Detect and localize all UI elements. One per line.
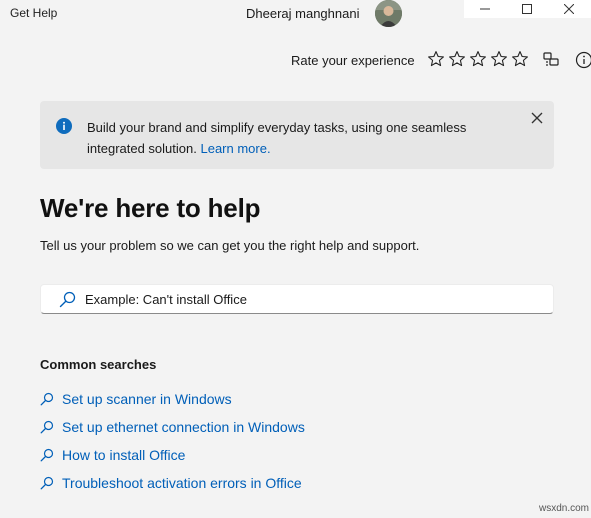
common-search-link[interactable]: Troubleshoot activation errors in Office [40,469,305,497]
star-icon[interactable] [448,50,466,68]
common-search-link[interactable]: Set up scanner in Windows [40,385,305,413]
banner-message: Build your brand and simplify everyday t… [87,117,507,159]
page-title: We're here to help [40,193,261,223]
title-bar: Get Help Dheeraj manghnani [0,0,591,30]
star-icon[interactable] [427,50,445,68]
learn-more-link[interactable]: Learn more. [200,141,270,156]
search-input[interactable] [85,289,535,309]
banner-text: Build your brand and simplify everyday t… [87,120,467,156]
app-title: Get Help [10,6,58,20]
search-box[interactable] [40,284,554,314]
common-search-link[interactable]: How to install Office [40,441,305,469]
rate-experience-label: Rate your experience [291,53,415,68]
close-icon[interactable] [530,111,544,125]
info-banner: Build your brand and simplify everyday t… [40,101,554,169]
search-icon [59,291,76,308]
star-icon[interactable] [469,50,487,68]
search-icon [40,476,54,490]
common-search-label[interactable]: Set up ethernet connection in Windows [62,419,305,435]
search-icon [40,392,54,406]
maximize-button[interactable] [506,0,548,18]
feedback-icon[interactable] [541,50,561,70]
info-icon[interactable] [574,50,591,70]
user-name[interactable]: Dheeraj manghnani [246,6,359,21]
minimize-icon [480,8,490,10]
close-icon [564,4,574,14]
search-icon [40,420,54,434]
search-icon [40,448,54,462]
avatar[interactable] [375,0,402,27]
star-icon[interactable] [490,50,508,68]
star-icon[interactable] [511,50,529,68]
common-searches-heading: Common searches [40,357,157,372]
watermark: wsxdn.com [539,503,590,514]
common-search-label[interactable]: How to install Office [62,447,185,463]
minimize-button[interactable] [464,0,506,18]
common-searches-list: Set up scanner in Windows Set up etherne… [40,385,305,497]
page-subtitle: Tell us your problem so we can get you t… [40,238,420,253]
info-circle-icon [56,118,72,134]
common-search-link[interactable]: Set up ethernet connection in Windows [40,413,305,441]
maximize-icon [522,4,532,14]
star-rating [427,50,529,68]
common-search-label[interactable]: Troubleshoot activation errors in Office [62,475,302,491]
close-window-button[interactable] [548,0,590,18]
window-controls [464,0,591,18]
common-search-label[interactable]: Set up scanner in Windows [62,391,232,407]
